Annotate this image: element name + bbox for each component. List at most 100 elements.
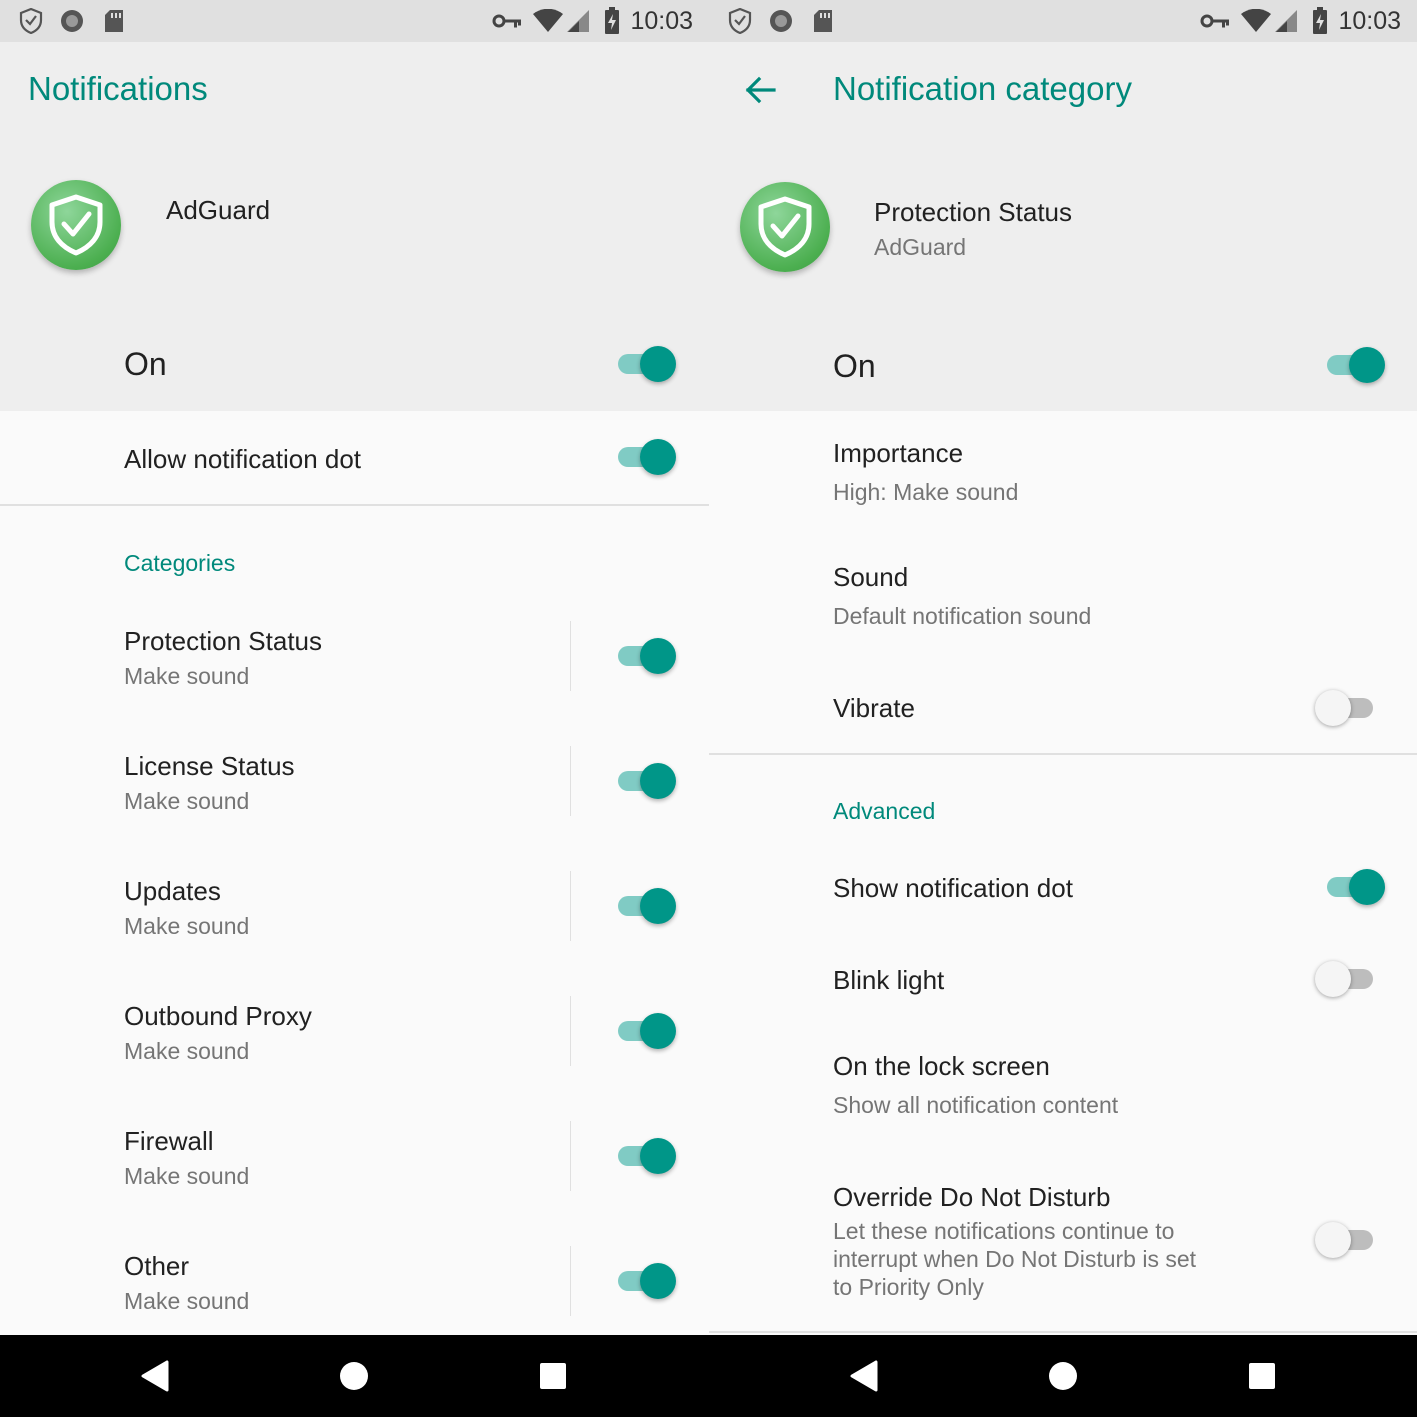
importance-summary: High: Make sound (833, 479, 1019, 505)
circle-icon (768, 8, 794, 34)
vertical-divider (570, 996, 571, 1066)
lock-screen-row[interactable]: On the lock screen Show all notification… (709, 1036, 1417, 1146)
category-label: Protection Status (124, 626, 322, 656)
override-dnd-switch[interactable] (1315, 1220, 1379, 1260)
sound-summary: Default notification sound (833, 603, 1092, 629)
status-time: 10:03 (1338, 7, 1401, 35)
app-name: AdGuard (166, 195, 271, 225)
category-label: License Status (124, 751, 295, 781)
status-time: 10:03 (630, 7, 693, 35)
nav-recents-button[interactable] (1238, 1352, 1286, 1400)
allow-dot-switch[interactable] (618, 437, 678, 477)
battery-charging-icon (1308, 7, 1332, 34)
shield-icon (727, 8, 753, 34)
category-summary: Make sound (124, 788, 250, 814)
category-label: Outbound Proxy (124, 1001, 312, 1031)
category-summary: Make sound (124, 1288, 250, 1314)
category-switch[interactable] (618, 1011, 678, 1051)
status-bar: 10:03 (0, 0, 709, 42)
adguard-logo-icon (740, 182, 830, 272)
sd-card-icon (101, 8, 127, 34)
show-dot-label: Show notification dot (833, 873, 1073, 903)
category-row-updates[interactable]: Updates Make sound (0, 862, 709, 982)
nav-home-icon (1049, 1362, 1077, 1390)
nav-recents-icon (1249, 1363, 1275, 1389)
nav-home-button[interactable] (1039, 1352, 1087, 1400)
nav-recents-icon (540, 1363, 566, 1389)
master-toggle-label: On (124, 346, 167, 382)
notifications-screen: 10:03 Notifications AdGuard On Allow not… (0, 0, 709, 1335)
blink-light-switch[interactable] (1315, 959, 1379, 999)
master-toggle-row[interactable]: On (709, 320, 1417, 410)
divider (0, 504, 709, 506)
category-row-outbound-proxy[interactable]: Outbound Proxy Make sound (0, 987, 709, 1107)
status-bar: 10:03 (709, 0, 1417, 42)
nav-recents-button[interactable] (529, 1352, 577, 1400)
vertical-divider (570, 746, 571, 816)
category-row-other[interactable]: Other Make sound (0, 1237, 709, 1335)
allow-dot-row[interactable]: Allow notification dot (0, 412, 709, 504)
cell-signal-icon (565, 8, 591, 34)
vibrate-row[interactable]: Vibrate (709, 668, 1417, 752)
nav-home-icon (340, 1362, 368, 1390)
vpn-key-icon (492, 8, 522, 34)
vpn-key-icon (1200, 8, 1230, 34)
blink-light-row[interactable]: Blink light (709, 944, 1417, 1018)
override-dnd-summary-line: interrupt when Do Not Disturb is set (833, 1246, 1197, 1272)
battery-charging-icon (600, 7, 624, 34)
master-toggle-switch[interactable] (1327, 345, 1387, 385)
nav-back-button[interactable] (840, 1352, 888, 1400)
wifi-icon (532, 8, 564, 34)
nav-back-icon (141, 1360, 169, 1392)
page-title: Notifications (28, 70, 208, 107)
importance-row[interactable]: Importance High: Make sound (709, 418, 1417, 536)
category-name: Protection Status (874, 197, 1072, 227)
allow-dot-label: Allow notification dot (124, 444, 362, 474)
sound-row[interactable]: Sound Default notification sound (709, 542, 1417, 660)
divider (709, 753, 1417, 755)
vertical-divider (570, 1121, 571, 1191)
blink-light-label: Blink light (833, 965, 945, 995)
category-row-license-status[interactable]: License Status Make sound (0, 737, 709, 857)
back-button[interactable] (735, 70, 785, 114)
page-title: Notification category (833, 70, 1132, 107)
sound-label: Sound (833, 562, 909, 592)
nav-home-button[interactable] (330, 1352, 378, 1400)
vertical-divider (570, 871, 571, 941)
advanced-header: Advanced (833, 798, 936, 824)
adguard-logo-icon (31, 180, 121, 270)
category-switch[interactable] (618, 761, 678, 801)
category-label: Updates (124, 876, 221, 906)
sd-card-icon (810, 8, 836, 34)
vertical-divider (570, 1246, 571, 1316)
category-switch[interactable] (618, 636, 678, 676)
nav-back-button[interactable] (131, 1352, 179, 1400)
override-dnd-row[interactable]: Override Do Not Disturb Let these notifi… (709, 1166, 1417, 1330)
vibrate-switch[interactable] (1315, 688, 1379, 728)
importance-label: Importance (833, 438, 964, 468)
override-dnd-label: Override Do Not Disturb (833, 1182, 1111, 1212)
master-toggle-label: On (833, 348, 876, 384)
category-switch[interactable] (618, 1261, 678, 1301)
category-summary: Make sound (124, 1038, 250, 1064)
category-label: Other (124, 1251, 190, 1281)
show-dot-row[interactable]: Show notification dot (709, 852, 1417, 926)
override-dnd-summary-line: Let these notifications continue to (833, 1218, 1175, 1244)
category-switch[interactable] (618, 1136, 678, 1176)
vibrate-label: Vibrate (833, 693, 915, 723)
shield-icon (18, 8, 44, 34)
lock-screen-label: On the lock screen (833, 1051, 1050, 1081)
notification-category-screen: 10:03 Notification category Protection S… (709, 0, 1417, 1335)
override-dnd-summary-line: to Priority Only (833, 1274, 984, 1300)
show-dot-switch[interactable] (1327, 867, 1387, 907)
wifi-icon (1240, 8, 1272, 34)
circle-icon (59, 8, 85, 34)
category-row-firewall[interactable]: Firewall Make sound (0, 1112, 709, 1232)
nav-back-icon (850, 1360, 878, 1392)
category-row-protection-status[interactable]: Protection Status Make sound (0, 612, 709, 732)
category-switch[interactable] (618, 886, 678, 926)
master-toggle-row[interactable]: On (0, 320, 709, 410)
cell-signal-icon (1273, 8, 1299, 34)
master-toggle-switch[interactable] (618, 344, 678, 384)
back-arrow-icon (744, 76, 776, 109)
